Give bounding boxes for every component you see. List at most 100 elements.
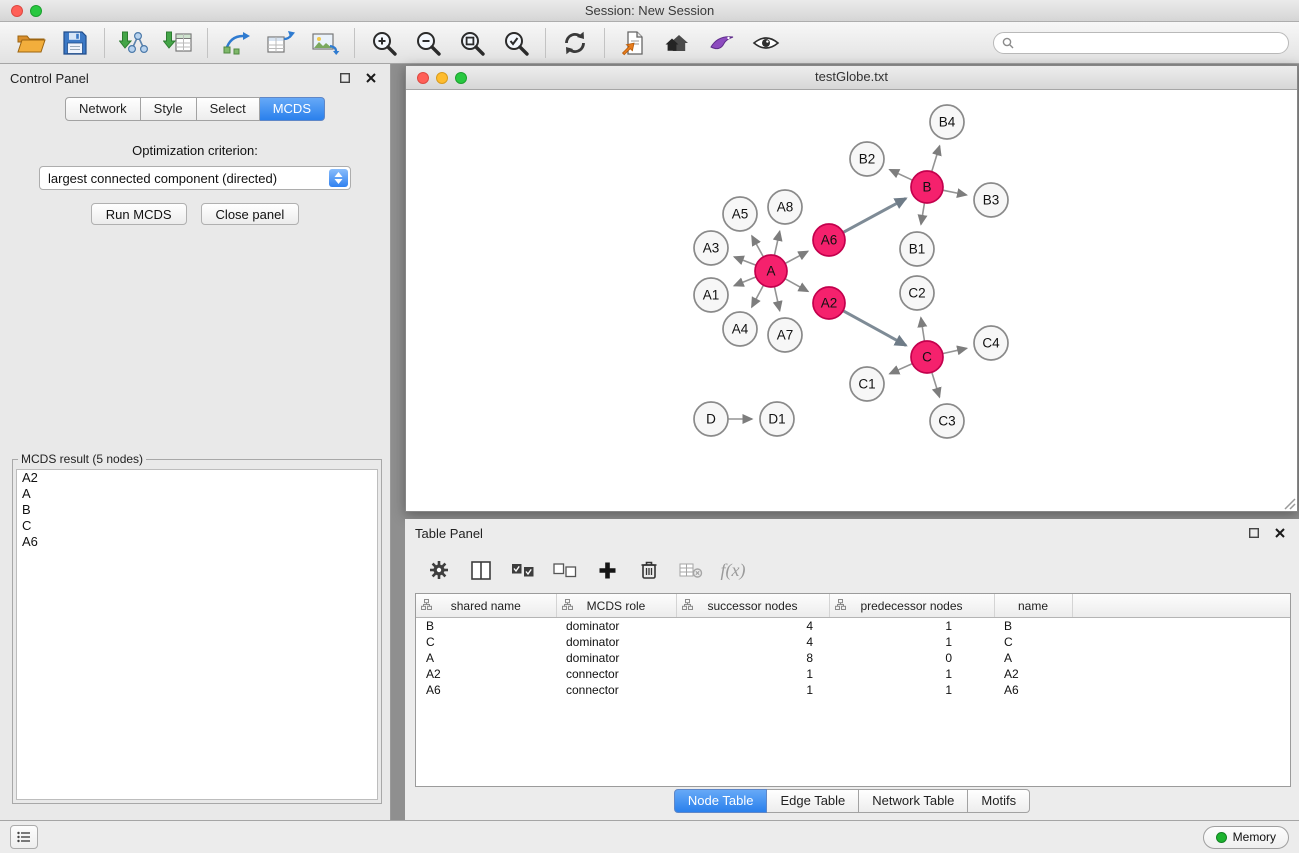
node-table-cell[interactable]: A2 — [416, 666, 556, 682]
search-box[interactable] — [993, 32, 1289, 54]
network-node-D[interactable]: D — [694, 402, 728, 436]
zoom-selected-button[interactable] — [495, 25, 537, 61]
node-table-cell[interactable]: C — [416, 634, 556, 650]
network-node-C[interactable]: C — [911, 341, 943, 373]
delete-table-button[interactable] — [673, 553, 709, 587]
network-node-B3[interactable]: B3 — [974, 183, 1008, 217]
mcds-result-item[interactable]: A2 — [17, 470, 377, 486]
column-header-shared-name[interactable]: shared name — [416, 594, 556, 618]
network-edge-B-B2[interactable] — [890, 170, 913, 181]
delete-column-button[interactable] — [631, 553, 667, 587]
network-node-B4[interactable]: B4 — [930, 105, 964, 139]
network-edge-A6-B[interactable] — [843, 198, 906, 232]
node-table-cell[interactable]: dominator — [556, 650, 676, 666]
show-details-button[interactable] — [745, 25, 787, 61]
float-panel-button[interactable] — [336, 70, 354, 86]
node-table-cell[interactable]: 1 — [829, 682, 994, 698]
mcds-result-item[interactable]: A — [17, 486, 377, 502]
task-history-button[interactable] — [10, 825, 38, 849]
zoom-in-button[interactable] — [363, 25, 405, 61]
zoom-fit-button[interactable] — [451, 25, 493, 61]
close-panel-mcds-button[interactable]: Close panel — [201, 203, 300, 225]
network-node-A8[interactable]: A8 — [768, 190, 802, 224]
mcds-result-item[interactable]: B — [17, 502, 377, 518]
network-edge-A-A6[interactable] — [785, 251, 808, 263]
tab-network-table[interactable]: Network Table — [859, 789, 968, 813]
export-image-button[interactable] — [304, 25, 346, 61]
node-table-cell[interactable]: 4 — [676, 634, 829, 650]
network-node-A1[interactable]: A1 — [694, 278, 728, 312]
refresh-button[interactable] — [554, 25, 596, 61]
node-table-row[interactable]: A2connector11A2 — [416, 666, 1290, 682]
network-node-C1[interactable]: C1 — [850, 367, 884, 401]
node-table-cell[interactable]: 1 — [829, 666, 994, 682]
network-node-A2[interactable]: A2 — [813, 287, 845, 319]
mcds-result-item[interactable]: C — [17, 518, 377, 534]
snapshot-button[interactable] — [613, 25, 655, 61]
add-column-button[interactable] — [589, 553, 625, 587]
network-edge-A-A4[interactable] — [752, 285, 764, 307]
node-table-cell[interactable]: A6 — [994, 682, 1072, 698]
tab-motifs[interactable]: Motifs — [968, 789, 1030, 813]
column-header-name[interactable]: name — [994, 594, 1072, 618]
network-node-A7[interactable]: A7 — [768, 318, 802, 352]
bird-button[interactable] — [701, 25, 743, 61]
zoom-network-window-button[interactable] — [455, 72, 467, 84]
memory-button[interactable]: Memory — [1203, 826, 1289, 849]
network-node-C4[interactable]: C4 — [974, 326, 1008, 360]
network-node-C2[interactable]: C2 — [900, 276, 934, 310]
network-edge-C-C2[interactable] — [921, 318, 925, 342]
network-node-A4[interactable]: A4 — [723, 312, 757, 346]
node-table-cell[interactable]: 1 — [829, 618, 994, 635]
network-edge-B-B4[interactable] — [932, 146, 940, 172]
select-all-button[interactable] — [505, 553, 541, 587]
network-edge-A-A3[interactable] — [734, 257, 756, 265]
network-node-A6[interactable]: A6 — [813, 224, 845, 256]
network-edge-A-A1[interactable] — [734, 277, 756, 286]
show-columns-button[interactable] — [463, 553, 499, 587]
tab-select[interactable]: Select — [197, 97, 260, 121]
close-window-button[interactable] — [11, 5, 23, 17]
node-table-cell[interactable]: B — [994, 618, 1072, 635]
network-edge-B-B3[interactable] — [943, 190, 967, 195]
node-table-row[interactable]: Cdominator41C — [416, 634, 1290, 650]
node-table-cell[interactable]: C — [994, 634, 1072, 650]
node-table-cell[interactable]: 1 — [676, 666, 829, 682]
node-table-cell[interactable]: A6 — [416, 682, 556, 698]
network-edge-A-A5[interactable] — [752, 236, 764, 257]
node-table-cell[interactable]: dominator — [556, 618, 676, 635]
network-edge-C-C1[interactable] — [890, 364, 913, 374]
export-network-button[interactable] — [216, 25, 258, 61]
network-edge-C-C3[interactable] — [932, 372, 940, 397]
network-edge-B-B1[interactable] — [921, 203, 925, 225]
network-canvas[interactable]: B4B2BB3A8A5A6A3B1AC2A1A2A4A7C4CC1C3DD1 — [406, 90, 1297, 511]
network-edge-A-A2[interactable] — [785, 279, 808, 292]
node-table-cell[interactable]: 0 — [829, 650, 994, 666]
resize-grip-icon[interactable] — [1284, 498, 1296, 510]
node-table-row[interactable]: A6connector11A6 — [416, 682, 1290, 698]
network-node-B1[interactable]: B1 — [900, 232, 934, 266]
node-table-cell[interactable]: 4 — [676, 618, 829, 635]
node-table-cell[interactable]: A2 — [994, 666, 1072, 682]
network-edge-C-C4[interactable] — [943, 348, 967, 353]
node-table-cell[interactable]: A — [994, 650, 1072, 666]
close-table-panel-button[interactable] — [1271, 525, 1289, 541]
float-table-panel-button[interactable] — [1245, 525, 1263, 541]
function-builder-button[interactable]: f(x) — [715, 553, 751, 587]
mcds-result-item[interactable]: A6 — [17, 534, 377, 550]
import-table-button[interactable] — [157, 25, 199, 61]
tab-edge-table[interactable]: Edge Table — [767, 789, 859, 813]
network-node-C3[interactable]: C3 — [930, 404, 964, 438]
network-edge-A-A8[interactable] — [774, 231, 779, 255]
node-table-cell[interactable]: B — [416, 618, 556, 635]
network-node-A5[interactable]: A5 — [723, 197, 757, 231]
network-edge-A-A7[interactable] — [774, 287, 779, 311]
tab-node-table[interactable]: Node Table — [674, 789, 768, 813]
minimize-network-window-button[interactable] — [436, 72, 448, 84]
network-edge-A2-C[interactable] — [843, 311, 906, 346]
export-table-button[interactable] — [260, 25, 302, 61]
search-input[interactable] — [1019, 35, 1280, 51]
column-header-successor-nodes[interactable]: successor nodes — [676, 594, 829, 618]
zoom-window-button[interactable] — [30, 5, 42, 17]
column-header-predecessor-nodes[interactable]: predecessor nodes — [829, 594, 994, 618]
